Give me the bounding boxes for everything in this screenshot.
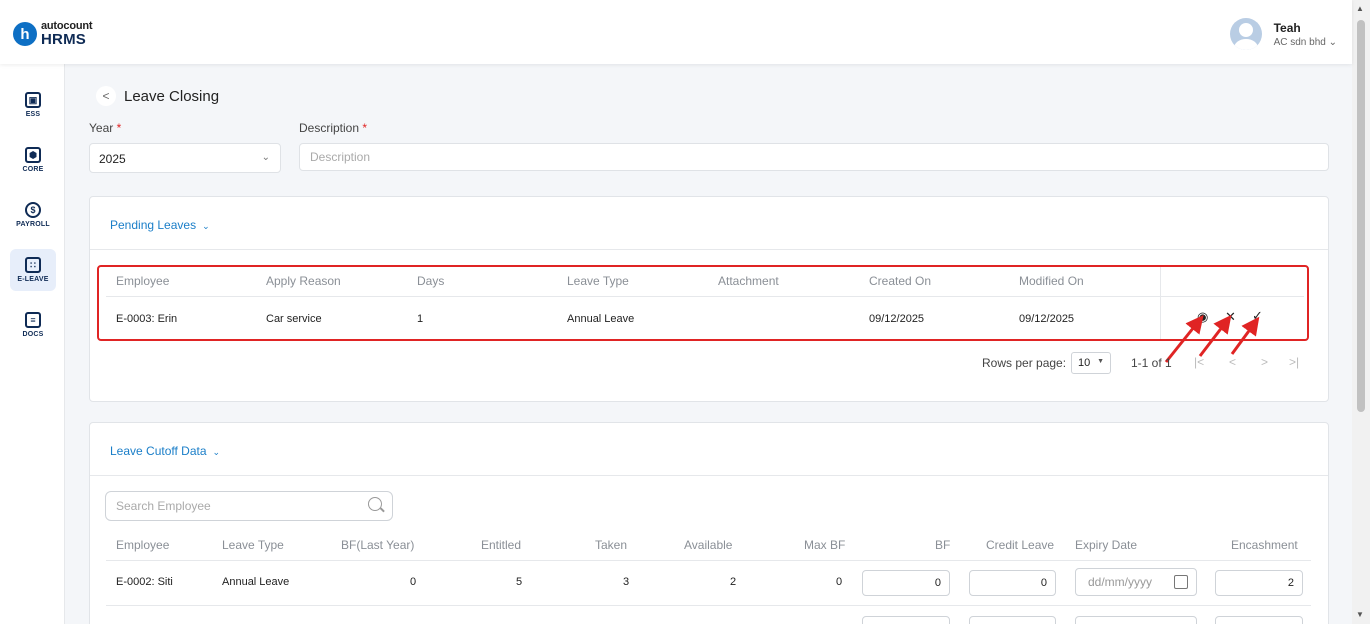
calendar-icon: ∷ bbox=[25, 257, 41, 273]
col-bf: BF bbox=[935, 538, 951, 552]
description-label: Description * bbox=[299, 121, 368, 135]
col-bf-last-year: BF(Last Year) bbox=[341, 538, 415, 552]
back-button[interactable]: < bbox=[96, 86, 116, 106]
col-max-bf: Max BF bbox=[804, 538, 846, 552]
scroll-thumb[interactable] bbox=[1357, 20, 1365, 412]
company-selector[interactable]: AC sdn bhd ⌄ bbox=[1274, 37, 1337, 48]
sidebar-item-core[interactable]: ⬢ CORE bbox=[10, 139, 56, 181]
cutoff-bf-last-year: 0 bbox=[410, 576, 417, 588]
scroll-down-icon[interactable]: ▼ bbox=[1356, 610, 1364, 619]
sidebar-item-docs[interactable]: ≡ DOCS bbox=[10, 304, 56, 346]
bf-input[interactable]: 0 bbox=[862, 570, 950, 596]
document-icon: ≡ bbox=[25, 312, 41, 328]
avatar bbox=[1229, 18, 1262, 50]
credit-leave-input[interactable]: 0 bbox=[969, 570, 1056, 596]
col-leave-type: Leave Type bbox=[222, 538, 284, 552]
col-entitled: Entitled bbox=[481, 538, 522, 552]
cutoff-entitled: 5 bbox=[516, 576, 523, 588]
col-credit-leave: Credit Leave bbox=[986, 538, 1055, 552]
caret-down-icon: ▼ bbox=[1097, 358, 1104, 365]
first-page-button[interactable]: |< bbox=[1194, 355, 1204, 369]
annotation-arrows bbox=[1164, 314, 1260, 363]
next-page-button[interactable]: > bbox=[1261, 355, 1268, 369]
col-taken: Taken bbox=[595, 538, 628, 552]
year-select[interactable]: 2025 ⌄ bbox=[89, 143, 281, 173]
description-input[interactable] bbox=[299, 143, 1329, 171]
chevron-left-icon: < bbox=[102, 89, 110, 103]
sidebar-item-ess[interactable]: ▣ ESS bbox=[10, 84, 56, 126]
page-title: Leave Closing bbox=[124, 88, 220, 105]
cutoff-employee: E-0002: Siti bbox=[116, 576, 173, 588]
user-menu[interactable]: Teah AC sdn bhd ⌄ bbox=[1229, 18, 1337, 50]
sidebar-item-payroll[interactable]: $ PAYROLL bbox=[10, 194, 56, 236]
user-name: Teah bbox=[1273, 20, 1301, 35]
sidebar: ▣ ESS ⬢ CORE $ PAYROLL ∷ E-LEAVE ≡ DOCS bbox=[0, 64, 65, 624]
calendar-icon[interactable] bbox=[1174, 575, 1188, 589]
search-icon[interactable] bbox=[368, 497, 382, 511]
pending-leaves-toggle[interactable]: Pending Leaves ⌄ bbox=[110, 218, 210, 232]
search-employee-input[interactable] bbox=[105, 491, 393, 521]
logo-product: HRMS bbox=[41, 31, 86, 48]
app-logo[interactable]: h autocount HRMS bbox=[13, 21, 93, 48]
expiry-date-input[interactable] bbox=[1075, 616, 1197, 624]
dollar-icon: $ bbox=[25, 202, 41, 218]
cutoff-leave-type: Annual Leave bbox=[222, 576, 290, 588]
cutoff-available: 2 bbox=[730, 576, 737, 588]
id-card-icon: ▣ bbox=[25, 92, 41, 108]
sidebar-item-e-leave[interactable]: ∷ E-LEAVE bbox=[10, 249, 56, 291]
chevron-down-icon: ⌄ bbox=[212, 447, 221, 457]
year-label: Year * bbox=[89, 121, 122, 135]
col-available: Available bbox=[684, 538, 733, 552]
chevron-down-icon: ⌄ bbox=[202, 221, 210, 231]
col-expiry-date: Expiry Date bbox=[1075, 538, 1138, 552]
page-scrollbar[interactable]: ▲ ▼ bbox=[1352, 0, 1370, 624]
highlight-box bbox=[97, 265, 1309, 341]
leave-cutoff-toggle[interactable]: Leave Cutoff Data ⌄ bbox=[110, 444, 220, 458]
pagination-range: 1-1 of 1 bbox=[1131, 356, 1172, 370]
logo-mark: h bbox=[13, 22, 37, 46]
cutoff-taken: 3 bbox=[623, 576, 630, 588]
expiry-date-input[interactable]: dd/mm/yyyy bbox=[1075, 568, 1197, 596]
col-employee: Employee bbox=[116, 538, 170, 552]
cube-icon: ⬢ bbox=[25, 147, 41, 163]
rows-per-page-select[interactable]: 10 ▼ bbox=[1071, 352, 1111, 374]
col-encashment: Encashment bbox=[1231, 538, 1298, 552]
prev-page-button[interactable]: < bbox=[1229, 355, 1236, 369]
bf-input[interactable] bbox=[862, 616, 950, 624]
last-page-button[interactable]: >| bbox=[1289, 355, 1299, 369]
top-bar: h autocount HRMS Teah AC sdn bhd ⌄ bbox=[0, 0, 1352, 64]
chevron-down-icon: ⌄ bbox=[261, 152, 270, 163]
cutoff-max-bf: 0 bbox=[836, 576, 843, 588]
credit-leave-input[interactable] bbox=[969, 616, 1056, 624]
rows-per-page-label: Rows per page: bbox=[982, 356, 1067, 370]
scroll-up-icon[interactable]: ▲ bbox=[1356, 4, 1364, 13]
encashment-input[interactable]: 2 bbox=[1215, 570, 1303, 596]
encashment-input[interactable] bbox=[1215, 616, 1303, 624]
